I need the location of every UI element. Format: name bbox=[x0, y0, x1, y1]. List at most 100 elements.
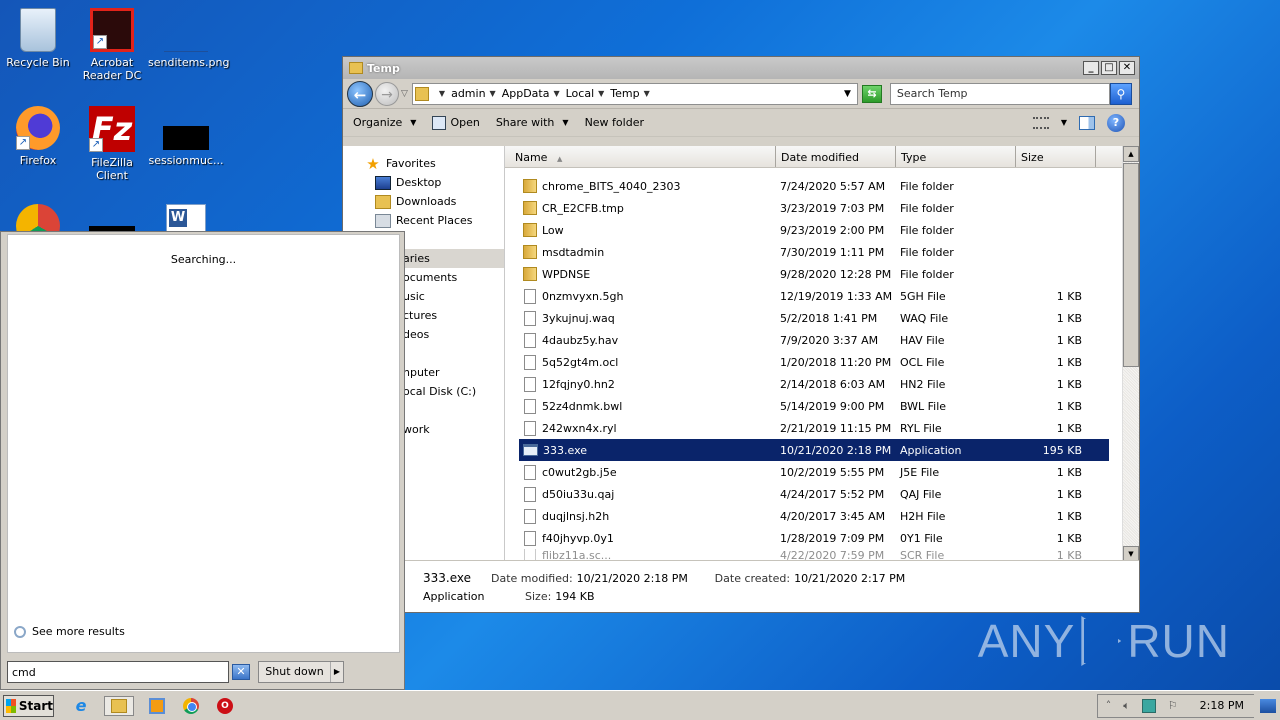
breadcrumb-item-temp[interactable]: Temp bbox=[610, 87, 639, 100]
search-icon[interactable]: ⚲ bbox=[1109, 82, 1132, 105]
share-with-button[interactable]: Share with ▼ bbox=[496, 116, 569, 129]
chevron-down-icon[interactable]: ▼ bbox=[490, 89, 496, 98]
file-name-cell: d50iu33u.qaj bbox=[519, 486, 780, 502]
file-row[interactable]: 5q52gt4m.ocl 1/20/2018 11:20 PM OCL File 1 … bbox=[519, 351, 1109, 373]
refresh-button[interactable]: ⇆ bbox=[861, 84, 882, 103]
file-row[interactable]: Low 9/23/2019 2:00 PM File folder bbox=[519, 219, 1109, 241]
breadcrumb-item-appdata[interactable]: AppData bbox=[502, 87, 550, 100]
close-button[interactable]: ✕ bbox=[1119, 61, 1135, 75]
network-icon[interactable] bbox=[1141, 698, 1156, 713]
chevron-down-icon[interactable]: ▼ bbox=[598, 89, 604, 98]
file-row[interactable]: 242wxn4x.ryl 2/21/2019 11:15 PM RYL File 1 … bbox=[519, 417, 1109, 439]
organize-button[interactable]: Organize ▼ bbox=[353, 116, 416, 129]
file-row[interactable]: c0wut2gb.j5e 10/2/2019 5:55 PM J5E File 1 K… bbox=[519, 461, 1109, 483]
minimize-button[interactable]: _ bbox=[1083, 61, 1099, 75]
file-type: Application bbox=[900, 443, 962, 457]
volume-icon[interactable]: 🔈︎ bbox=[1123, 699, 1130, 713]
desktop-icon-recycle-bin[interactable]: Recycle Bin bbox=[0, 8, 76, 69]
maximize-button[interactable]: □ bbox=[1101, 61, 1117, 75]
taskbar-windows-explorer[interactable] bbox=[104, 695, 134, 716]
address-bar[interactable]: ▼ admin ▼ AppData ▼ Local ▼ Temp ▼ ▼ bbox=[411, 82, 858, 105]
scroll-up-button[interactable]: ▲ bbox=[1123, 146, 1139, 162]
file-size: 1 KB bbox=[1056, 355, 1082, 369]
breadcrumb-item-local[interactable]: Local bbox=[566, 87, 595, 100]
chevron-down-icon[interactable]: ▼ bbox=[644, 89, 650, 98]
taskbar-internet-explorer[interactable]: e bbox=[70, 696, 92, 716]
show-hidden-icons-chevron-icon[interactable]: ˄ bbox=[1106, 699, 1112, 712]
file-name: 0nzmvyxn.5gh bbox=[542, 289, 624, 303]
recent-pages-dropdown[interactable]: ▽ bbox=[401, 89, 408, 99]
nav-item-recent-places[interactable]: Recent Places bbox=[343, 211, 504, 230]
taskbar-opera[interactable]: O bbox=[214, 696, 236, 716]
nav-label: Downloads bbox=[396, 195, 457, 208]
shutdown-button[interactable]: Shut down bbox=[259, 662, 331, 682]
new-folder-button[interactable]: New folder bbox=[585, 116, 644, 129]
folder-icon bbox=[523, 201, 537, 215]
preview-pane-icon[interactable] bbox=[1079, 115, 1095, 130]
desktop-icon-filezilla[interactable]: Fz ↗ FileZilla Client bbox=[74, 106, 150, 182]
action-center-flag-icon[interactable]: ⚐ bbox=[1168, 699, 1178, 712]
file-date-modified: 5/14/2019 9:00 PM bbox=[780, 399, 885, 413]
file-row[interactable]: 333.exe 10/21/2020 2:18 PM Application 195 … bbox=[519, 439, 1109, 461]
file-row[interactable]: msdtadmin 7/30/2019 1:11 PM File folder bbox=[519, 241, 1109, 263]
help-icon[interactable]: ? bbox=[1107, 113, 1125, 132]
desktop-icon-senditems[interactable]: senditems.png bbox=[148, 8, 229, 69]
vertical-scrollbar[interactable]: ▲ ▼ bbox=[1122, 146, 1139, 562]
file-row[interactable]: CR_E2CFB.tmp 3/23/2019 7:03 PM File folder bbox=[519, 197, 1109, 219]
nav-item-desktop[interactable]: Desktop bbox=[343, 173, 504, 192]
search-input[interactable]: Search Temp bbox=[889, 82, 1110, 105]
file-row[interactable]: 3ykujnuj.waq 5/2/2018 1:41 PM WAQ File 1 KB bbox=[519, 307, 1109, 329]
file-type: QAJ File bbox=[900, 487, 942, 501]
file-row[interactable]: chrome_BITS_4040_2303 7/24/2020 5:57 AM Fi… bbox=[519, 175, 1109, 197]
file-row[interactable]: duqjlnsj.h2h 4/20/2017 3:45 AM H2H File 1 K… bbox=[519, 505, 1109, 527]
nav-item-downloads[interactable]: Downloads bbox=[343, 192, 504, 211]
chevron-down-icon[interactable]: ▼ bbox=[553, 89, 559, 98]
desktop-icon-sessionmuc[interactable]: sessionmuc... bbox=[148, 106, 224, 167]
breadcrumb-item-admin[interactable]: admin bbox=[451, 87, 485, 100]
scrollbar-thumb[interactable] bbox=[1123, 163, 1139, 367]
explorer-window: Temp _ □ ✕ ← → ▽ ▼ admin ▼ AppData ▼ Loc… bbox=[342, 56, 1140, 613]
forward-button[interactable]: → bbox=[375, 81, 399, 106]
column-header-size[interactable]: Size bbox=[1016, 146, 1096, 167]
window-titlebar[interactable]: Temp _ □ ✕ bbox=[343, 57, 1139, 79]
start-button[interactable]: Start bbox=[3, 694, 54, 717]
downloads-icon bbox=[375, 194, 391, 209]
file-name: 333.exe bbox=[543, 443, 588, 457]
clock[interactable]: 2:18 PM bbox=[1200, 699, 1244, 712]
nav-label: Desktop bbox=[396, 176, 442, 189]
file-row[interactable]: 52z4dnmk.bwl 5/14/2019 9:00 PM BWL File 1 K… bbox=[519, 395, 1109, 417]
address-history-dropdown[interactable]: ▼ bbox=[844, 89, 851, 99]
taskbar-chrome[interactable] bbox=[180, 696, 202, 716]
open-button[interactable]: Open bbox=[432, 115, 480, 130]
details-size: 194 KB bbox=[555, 589, 595, 603]
nav-item-favorites[interactable]: ★ Favorites bbox=[343, 154, 504, 173]
chevron-down-icon: ▼ bbox=[410, 118, 417, 127]
see-more-results-link[interactable]: See more results bbox=[14, 625, 125, 638]
sort-ascending-icon: ▲ bbox=[556, 155, 563, 163]
chevron-down-icon[interactable]: ▼ bbox=[1061, 118, 1067, 127]
details-date-created-label: Date created: bbox=[714, 571, 791, 585]
file-name-cell: f40jhyvp.0y1 bbox=[519, 530, 780, 546]
shutdown-options-arrow[interactable]: ▶ bbox=[331, 662, 343, 682]
start-search-input[interactable] bbox=[7, 661, 229, 683]
desktop-icon-firefox[interactable]: ↗ Firefox bbox=[0, 106, 76, 167]
file-size: 1 KB bbox=[1056, 311, 1082, 325]
back-button[interactable]: ← bbox=[347, 80, 373, 107]
file-row[interactable]: 0nzmvyxn.5gh 12/19/2019 1:33 AM 5GH File 1 … bbox=[519, 285, 1109, 307]
chevron-down-icon[interactable]: ▼ bbox=[439, 89, 445, 98]
column-header-name[interactable]: Name ▲ bbox=[505, 146, 776, 167]
column-header-date-modified[interactable]: Date modified bbox=[776, 146, 896, 167]
show-desktop-button[interactable] bbox=[1260, 698, 1276, 713]
file-row[interactable]: d50iu33u.qaj 4/24/2017 5:52 PM QAJ File 1 K… bbox=[519, 483, 1109, 505]
searching-status: Searching... bbox=[170, 253, 237, 266]
desktop-icon-acrobat[interactable]: ↗ Acrobat Reader DC bbox=[74, 8, 150, 82]
taskbar-media-player[interactable] bbox=[146, 696, 168, 716]
column-header-type[interactable]: Type bbox=[896, 146, 1016, 167]
window-title: Temp bbox=[367, 61, 400, 75]
file-row[interactable]: WPDNSE 9/28/2020 12:28 PM File folder bbox=[519, 263, 1109, 285]
view-options-icon[interactable] bbox=[1032, 116, 1049, 129]
file-row[interactable]: 4daubz5y.hav 7/9/2020 3:37 AM HAV File 1 KB bbox=[519, 329, 1109, 351]
file-row[interactable]: 12fqjny0.hn2 2/14/2018 6:03 AM HN2 File 1 K… bbox=[519, 373, 1109, 395]
file-row[interactable]: f40jhyvp.0y1 1/28/2019 7:09 PM 0Y1 File 1 K… bbox=[519, 527, 1109, 549]
clear-search-button[interactable]: ✕ bbox=[232, 664, 250, 680]
